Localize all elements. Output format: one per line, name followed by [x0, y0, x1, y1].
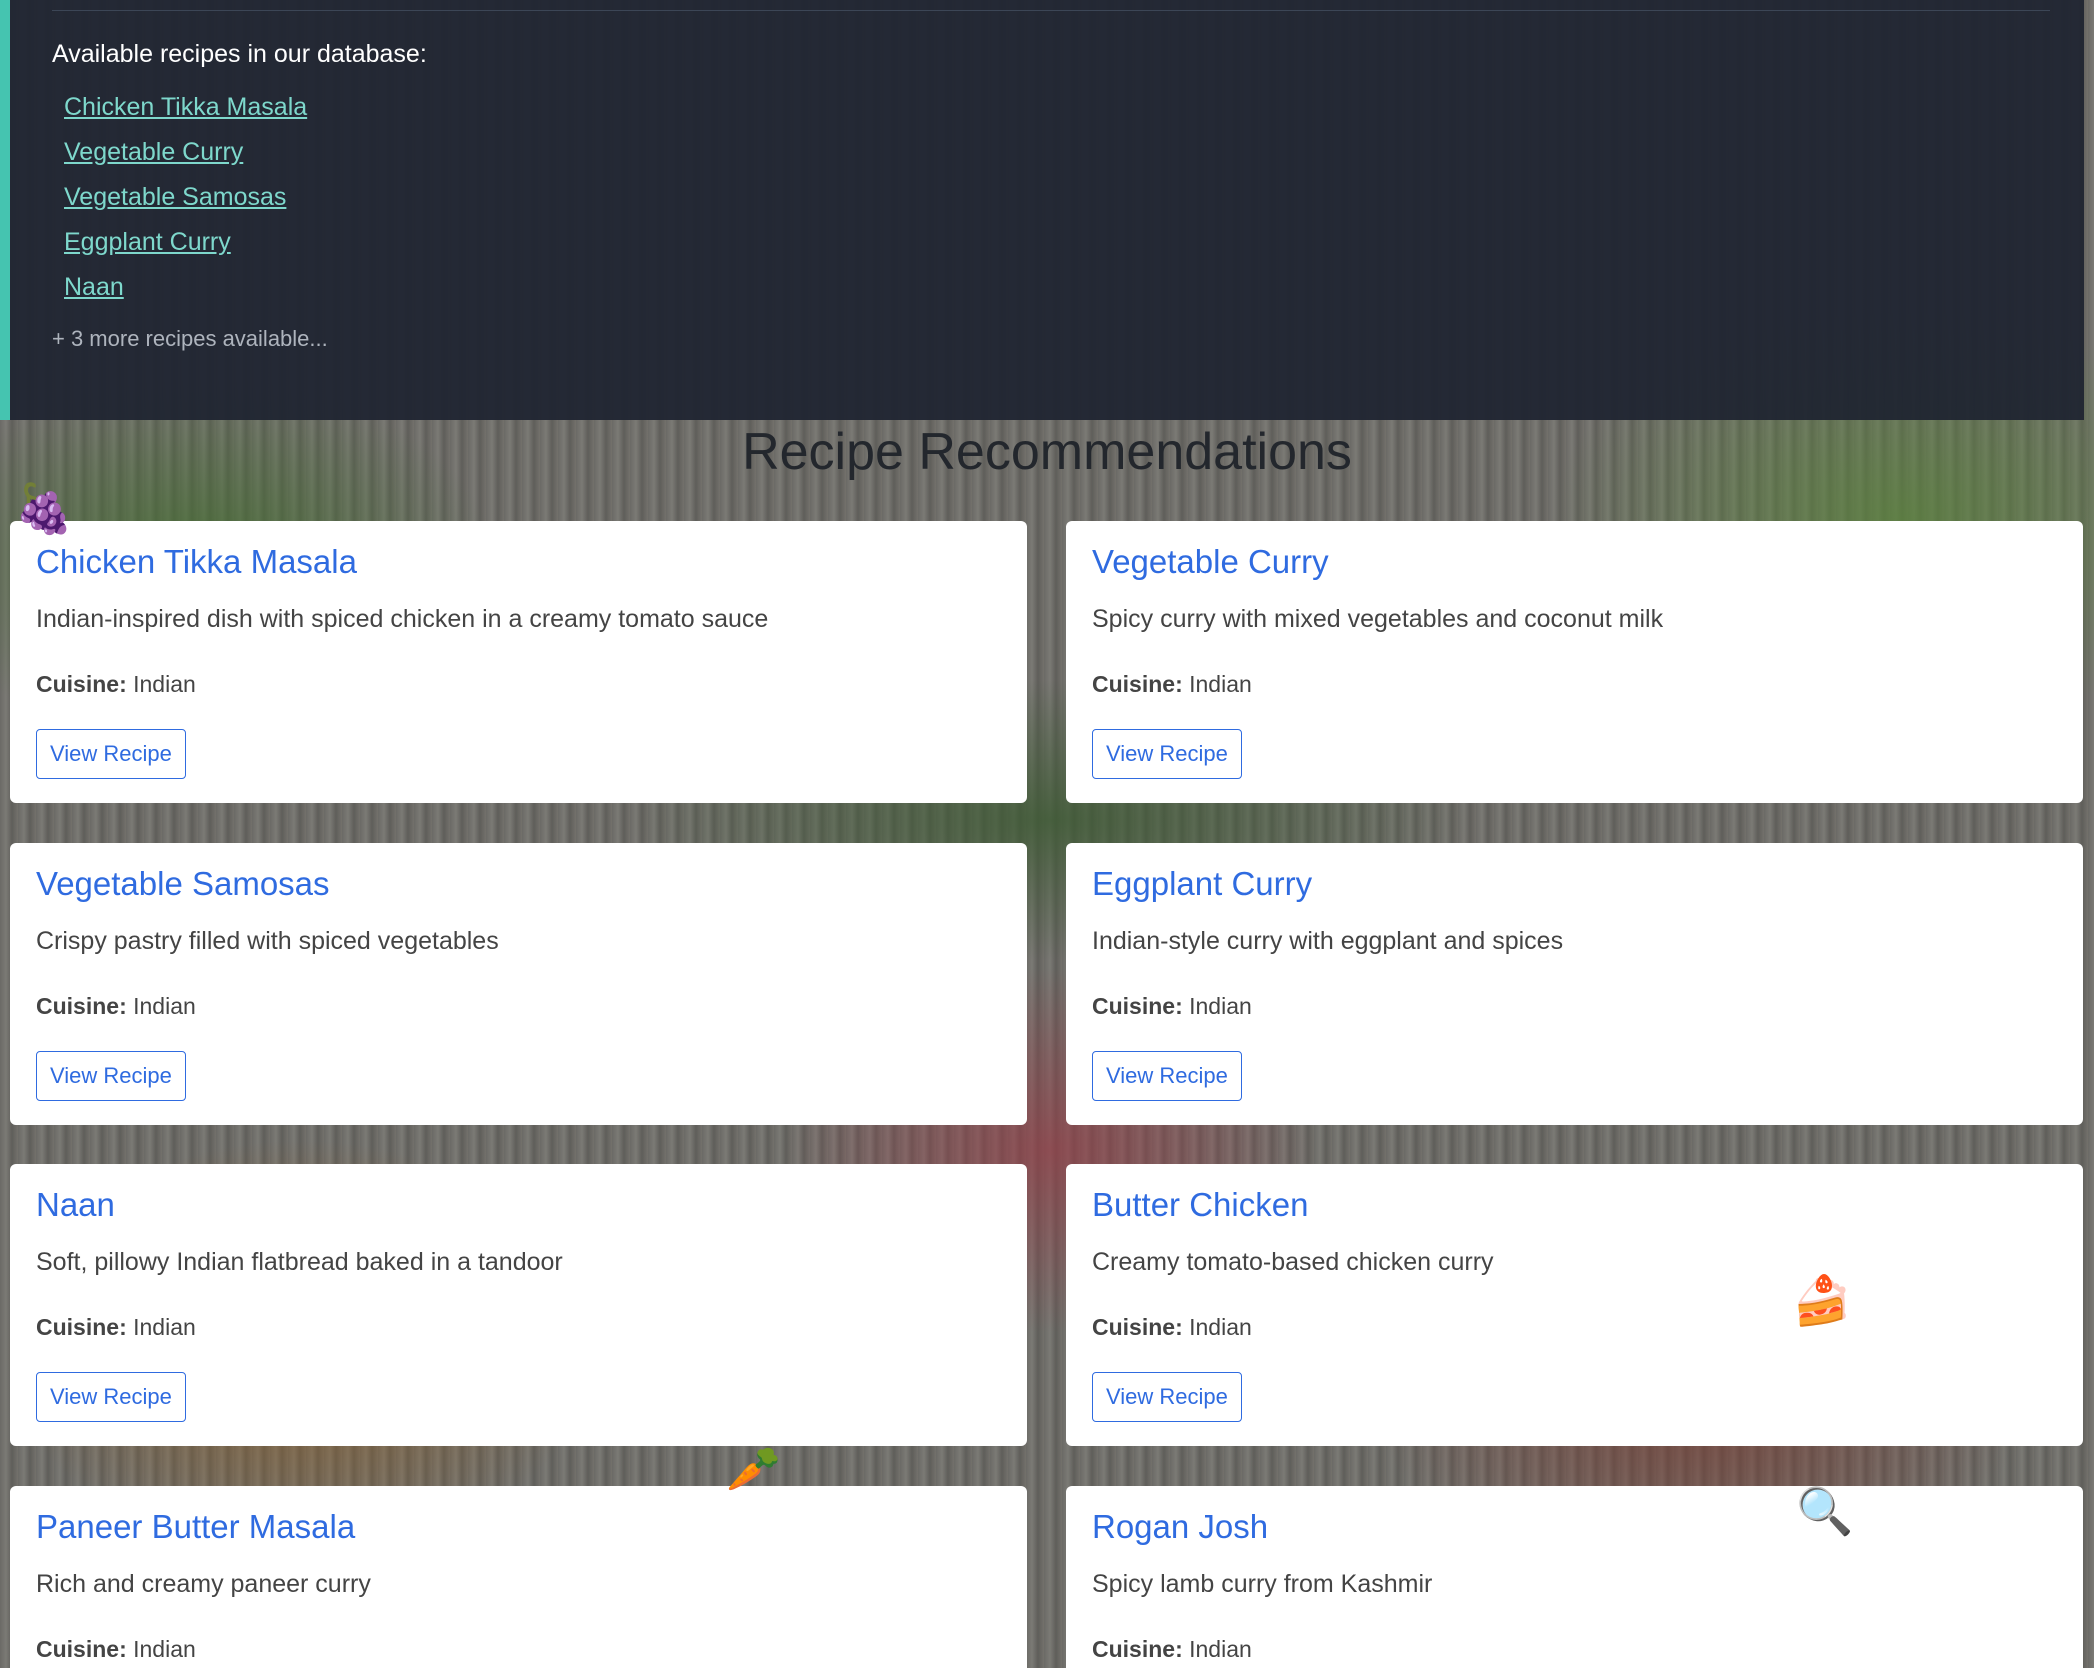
recipe-description: Spicy lamb curry from Kashmir — [1092, 1570, 1433, 1598]
view-recipe-button[interactable]: View Recipe — [36, 729, 186, 779]
recipe-title: Eggplant Curry — [1092, 865, 1313, 902]
recipe-description: Rich and creamy paneer curry — [36, 1570, 371, 1598]
cuisine-value: Indian — [133, 1636, 196, 1662]
more-recipes-text: + 3 more recipes available... — [52, 326, 328, 351]
database-panel: Available recipes in our database: Chick… — [0, 0, 2084, 420]
carrot-icon: 🥕 — [726, 1445, 781, 1494]
recipe-card: Rogan Josh Spicy lamb curry from Kashmir… — [1066, 1486, 2083, 1668]
recipe-description: Creamy tomato-based chicken curry — [1092, 1248, 1494, 1276]
recipe-title: Vegetable Samosas — [36, 865, 330, 902]
recipe-description: Crispy pastry filled with spiced vegetab… — [36, 927, 499, 955]
cuisine-label: Cuisine: — [36, 1314, 127, 1340]
recipe-cuisine: Cuisine: Indian — [1092, 1636, 1252, 1663]
recipe-cuisine: Cuisine: Indian — [36, 1314, 196, 1341]
database-heading: Available recipes in our database: — [52, 40, 427, 68]
list-item: Eggplant Curry — [64, 225, 307, 270]
grapes-icon: 🍇 — [14, 483, 74, 536]
recipe-card: Eggplant Curry Indian-style curry with e… — [1066, 843, 2083, 1125]
cuisine-label: Cuisine: — [1092, 671, 1183, 697]
cake-icon: 🍰 — [1792, 1275, 1852, 1328]
recipe-description: Indian-inspired dish with spiced chicken… — [36, 605, 769, 633]
recipe-cuisine: Cuisine: Indian — [36, 671, 196, 698]
cuisine-value: Indian — [1189, 1314, 1252, 1340]
recipe-link-vegetable-samosas[interactable]: Vegetable Samosas — [64, 183, 286, 211]
recipe-title: Naan — [36, 1186, 115, 1223]
cuisine-value: Indian — [1189, 993, 1252, 1019]
cuisine-label: Cuisine: — [36, 993, 127, 1019]
page-title: Recipe Recommendations — [742, 423, 1352, 481]
recipe-cuisine: Cuisine: Indian — [1092, 671, 1252, 698]
recipe-description: Soft, pillowy Indian flatbread baked in … — [36, 1248, 563, 1276]
cuisine-value: Indian — [133, 1314, 196, 1340]
list-item: Vegetable Samosas — [64, 180, 307, 225]
recipe-card: Butter Chicken Creamy tomato-based chick… — [1066, 1164, 2083, 1446]
cuisine-label: Cuisine: — [1092, 993, 1183, 1019]
recipe-title: Rogan Josh — [1092, 1508, 1269, 1545]
cuisine-value: Indian — [133, 993, 196, 1019]
view-recipe-button[interactable]: View Recipe — [1092, 729, 1242, 779]
recipe-card: Paneer Butter Masala Rich and creamy pan… — [10, 1486, 1027, 1668]
list-item: Naan — [64, 270, 307, 315]
recipe-link-eggplant-curry[interactable]: Eggplant Curry — [64, 228, 231, 256]
cuisine-label: Cuisine: — [36, 1636, 127, 1662]
recipe-cuisine: Cuisine: Indian — [36, 1636, 196, 1663]
cuisine-label: Cuisine: — [1092, 1636, 1183, 1662]
recipe-card: Chicken Tikka Masala Indian-inspired dis… — [10, 521, 1027, 803]
recipe-description: Spicy curry with mixed vegetables and co… — [1092, 605, 1664, 633]
recipe-title: Chicken Tikka Masala — [36, 543, 357, 580]
recipe-cuisine: Cuisine: Indian — [36, 993, 196, 1020]
view-recipe-button[interactable]: View Recipe — [36, 1051, 186, 1101]
recipe-title: Paneer Butter Masala — [36, 1508, 356, 1545]
cuisine-value: Indian — [133, 671, 196, 697]
divider — [52, 10, 2050, 11]
cuisine-label: Cuisine: — [1092, 1314, 1183, 1340]
recipe-title: Vegetable Curry — [1092, 543, 1329, 580]
view-recipe-button[interactable]: View Recipe — [1092, 1051, 1242, 1101]
list-item: Vegetable Curry — [64, 135, 307, 180]
cuisine-value: Indian — [1189, 1636, 1252, 1662]
view-recipe-button[interactable]: View Recipe — [1092, 1372, 1242, 1422]
magnifier-icon: 🔍 — [1796, 1485, 1854, 1537]
database-recipe-list: Chicken Tikka Masala Vegetable Curry Veg… — [64, 90, 307, 315]
view-recipe-button[interactable]: View Recipe — [36, 1372, 186, 1422]
recipe-link-chicken-tikka-masala[interactable]: Chicken Tikka Masala — [64, 93, 307, 121]
cuisine-label: Cuisine: — [36, 671, 127, 697]
recipe-cuisine: Cuisine: Indian — [1092, 993, 1252, 1020]
recipe-cuisine: Cuisine: Indian — [1092, 1314, 1252, 1341]
recipe-card: Naan Soft, pillowy Indian flatbread bake… — [10, 1164, 1027, 1446]
recipe-description: Indian-style curry with eggplant and spi… — [1092, 927, 1564, 955]
recipe-title: Butter Chicken — [1092, 1186, 1309, 1223]
list-item: Chicken Tikka Masala — [64, 90, 307, 135]
recipe-card: Vegetable Samosas Crispy pastry filled w… — [10, 843, 1027, 1125]
recipe-card: Vegetable Curry Spicy curry with mixed v… — [1066, 521, 2083, 803]
recipe-link-vegetable-curry[interactable]: Vegetable Curry — [64, 138, 243, 166]
recipe-link-naan[interactable]: Naan — [64, 273, 124, 301]
cuisine-value: Indian — [1189, 671, 1252, 697]
